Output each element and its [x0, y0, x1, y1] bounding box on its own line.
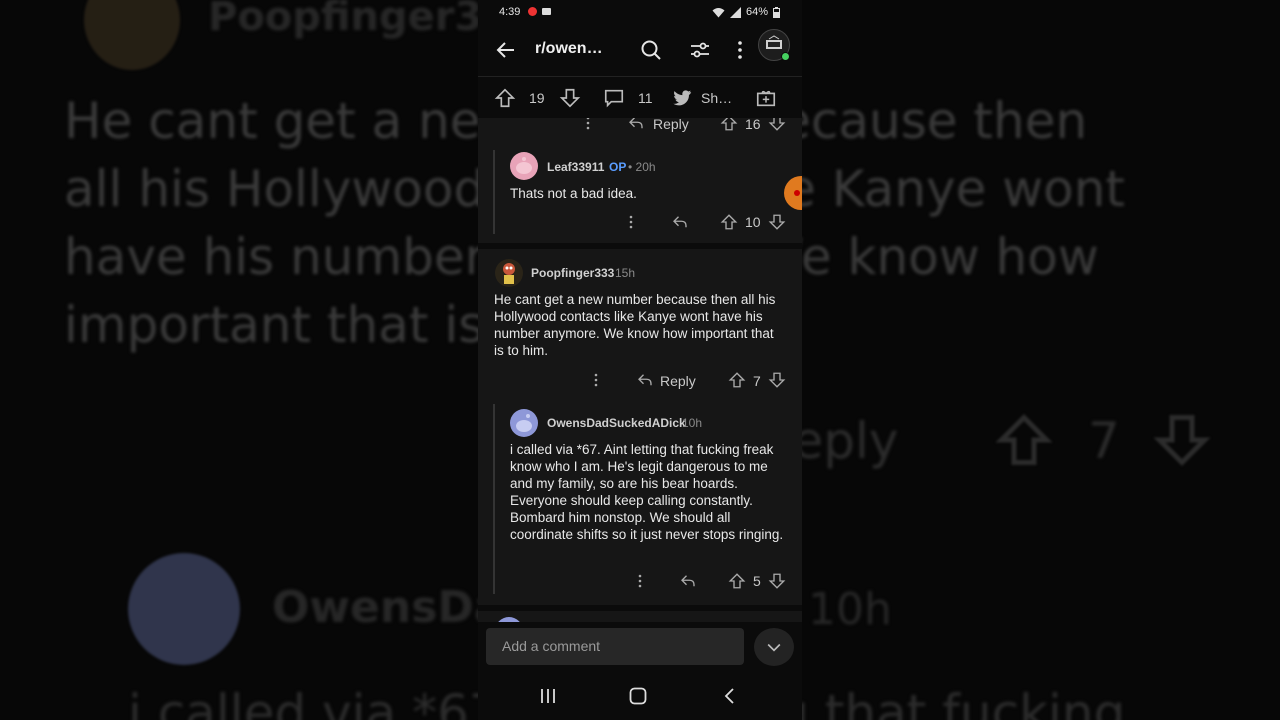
op-badge: OP	[609, 160, 627, 174]
avatar	[510, 409, 538, 437]
app-bar: r/owen…	[478, 26, 802, 74]
comment-body: Thats not a bad idea.	[510, 186, 637, 201]
reply-icon[interactable]	[627, 118, 645, 132]
comment-card-2: Poopfinger333 15h He cant get a new numb…	[478, 249, 802, 605]
comment-body: i called via *67. Aint letting that fuck…	[510, 442, 784, 542]
reply-icon[interactable]	[679, 572, 697, 590]
comment-more-icon[interactable]	[580, 118, 596, 131]
share-label[interactable]: Sh…	[701, 90, 732, 106]
system-nav-bar	[478, 672, 802, 720]
video-icon	[542, 8, 551, 15]
comment-card-1: Reply 16 Leaf33911 OP • 20h Thats not a …	[478, 118, 802, 243]
status-time: 4:39	[499, 6, 521, 18]
battery-percent: 64%	[745, 6, 768, 18]
reply-icon[interactable]	[671, 213, 689, 231]
custom-avatar-icon	[503, 263, 515, 284]
recents-icon[interactable]	[539, 687, 557, 705]
comment-more-icon[interactable]	[623, 214, 639, 230]
comment-composer: Add a comment	[478, 622, 802, 672]
more-options-icon[interactable]	[728, 38, 752, 62]
chevron-down-icon	[767, 643, 781, 652]
comment-time: • 20h	[628, 160, 656, 174]
avatar	[510, 152, 538, 180]
comment-score: 16	[745, 118, 761, 132]
subreddit-title[interactable]: r/owen…	[535, 40, 603, 58]
downvote-icon[interactable]	[768, 371, 786, 389]
comment-more-icon[interactable]	[588, 372, 604, 388]
sort-filter-icon[interactable]	[688, 38, 712, 62]
search-icon[interactable]	[639, 38, 663, 62]
comment-icon[interactable]	[603, 87, 625, 109]
user-avatar[interactable]	[758, 29, 790, 61]
downvote-icon[interactable]	[768, 572, 786, 590]
thread-line	[493, 404, 495, 594]
downvote-icon[interactable]	[768, 118, 786, 132]
upvote-icon[interactable]	[728, 572, 746, 590]
comment-score: 5	[753, 573, 761, 589]
expand-button[interactable]	[754, 628, 794, 666]
comment-author[interactable]: OwensDadSuckedADick	[547, 416, 686, 430]
comment-score: 7	[753, 373, 761, 389]
wifi-icon	[712, 7, 725, 17]
comments-list: Reply 16 Leaf33911 OP • 20h Thats not a …	[478, 118, 802, 623]
comment-time: 15h	[615, 266, 636, 280]
comment-author[interactable]: Poopfinger333	[531, 266, 614, 280]
comment-more-icon[interactable]	[632, 573, 648, 589]
comment-time: 10h	[682, 416, 703, 430]
upvote-icon[interactable]	[720, 213, 738, 231]
snoo-avatar-icon	[516, 157, 532, 174]
battery-icon	[773, 6, 780, 18]
comment-body: He cant get a new number because then al…	[494, 292, 776, 358]
comment-author[interactable]: Leaf33911	[547, 160, 604, 174]
home-icon[interactable]	[629, 687, 647, 705]
reply-icon[interactable]	[636, 371, 654, 389]
phone-screen: 4:39 64% r/owen… 19 11 Sh… Reply 16 Leaf…	[478, 0, 802, 720]
award-icon[interactable]	[755, 87, 777, 109]
avatar	[495, 259, 523, 287]
downvote-icon[interactable]	[559, 87, 581, 109]
status-bar: 4:39 64%	[478, 0, 802, 26]
recording-icon	[528, 7, 537, 16]
reply-button[interactable]: Reply	[660, 373, 696, 389]
back-arrow-icon[interactable]	[494, 38, 518, 62]
reply-button[interactable]: Reply	[653, 118, 689, 132]
upvote-icon[interactable]	[720, 118, 738, 132]
post-action-bar: 19 11 Sh…	[478, 76, 802, 119]
post-vote-count: 19	[529, 90, 545, 106]
comment-score: 10	[745, 214, 761, 230]
thread-line	[493, 150, 495, 234]
snoo-avatar-icon	[516, 414, 532, 432]
downvote-icon[interactable]	[768, 213, 786, 231]
add-comment-input[interactable]: Add a comment	[486, 628, 744, 665]
back-nav-icon[interactable]	[721, 687, 739, 705]
post-comment-count: 11	[638, 90, 653, 106]
twitter-icon[interactable]	[671, 87, 693, 109]
signal-icon	[729, 6, 741, 18]
online-indicator	[781, 52, 790, 61]
upvote-icon[interactable]	[494, 87, 516, 109]
upvote-icon[interactable]	[728, 371, 746, 389]
